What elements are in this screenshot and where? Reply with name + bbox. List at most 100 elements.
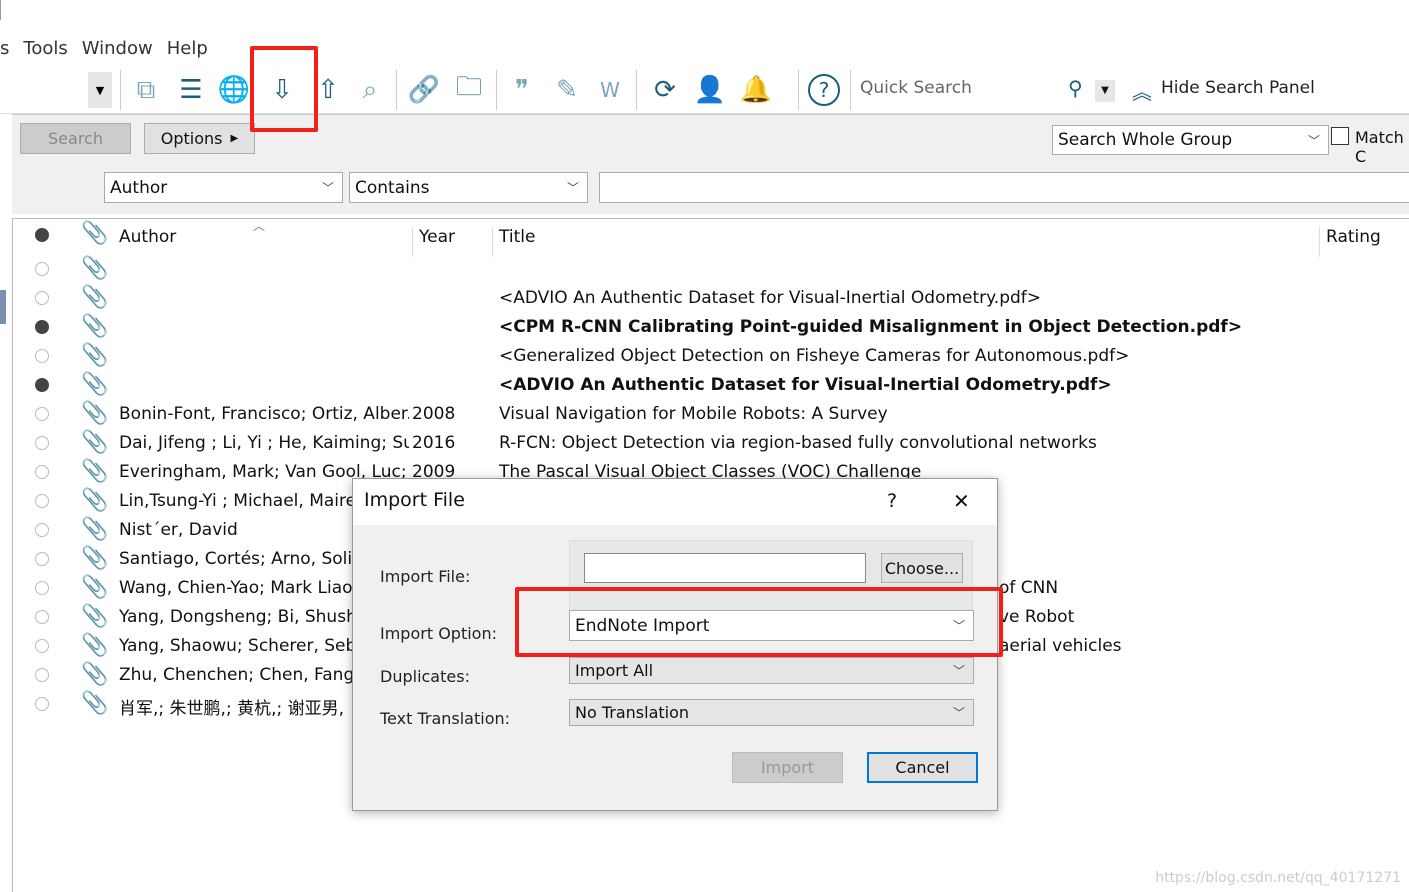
- highlight-import-option: [515, 587, 1003, 657]
- column-title[interactable]: Title: [492, 227, 535, 257]
- format-bibliography-icon[interactable]: ✎: [549, 72, 585, 108]
- title-bar-edge: [0, 0, 3, 20]
- duplicates-select[interactable]: Import All ﹀: [569, 657, 974, 684]
- open-link-icon[interactable]: 🔗: [406, 72, 442, 108]
- find-pdf-icon[interactable]: ⌕: [352, 72, 388, 108]
- author-cell: Nist´er, David: [119, 520, 238, 540]
- title-cell: <ADVIO An Authentic Dataset for Visual-I…: [499, 288, 1042, 308]
- hide-search-label: Hide Search Panel: [1161, 78, 1315, 98]
- import-file-input[interactable]: [584, 553, 866, 583]
- search-button[interactable]: Search: [20, 123, 131, 154]
- author-cell: 肖军,; 朱世鹏,; 黄杭,; 谢亚男,: [119, 699, 345, 719]
- table-row[interactable]: 📎: [13, 255, 1409, 284]
- text-translation-select[interactable]: No Translation ﹀: [569, 699, 974, 726]
- divider: [798, 70, 799, 110]
- paperclip-icon: 📎: [81, 662, 109, 687]
- menu-item[interactable]: s: [0, 32, 9, 66]
- paperclip-icon: 📎: [81, 546, 109, 571]
- chevron-down-icon: ﹀: [321, 181, 334, 195]
- share-icon[interactable]: 👤: [692, 72, 728, 108]
- table-row[interactable]: 📎 Bonin-Font, Francisco; Ortiz, Alber...…: [13, 400, 1409, 429]
- search-scope-select[interactable]: Search Whole Group ﹀: [1052, 125, 1329, 155]
- cite-icon[interactable]: ❞: [504, 72, 540, 108]
- search-field-select[interactable]: Author ﹀: [104, 172, 343, 203]
- search-icon[interactable]: ⚲: [1068, 76, 1083, 100]
- operator-value: Contains: [355, 177, 430, 198]
- close-button[interactable]: ✕: [953, 489, 970, 513]
- paperclip-icon: 📎: [81, 401, 109, 426]
- import-option-label: Import Option:: [380, 624, 497, 643]
- help-button[interactable]: ?: [887, 490, 897, 512]
- online-search-icon[interactable]: 🌐: [216, 72, 252, 108]
- sync-icon[interactable]: ⟳: [647, 72, 683, 108]
- menu-window[interactable]: Window: [82, 32, 153, 66]
- cancel-button[interactable]: Cancel: [867, 752, 978, 783]
- author-cell: Lin,Tsung-Yi ; Michael, Maire; S: [119, 491, 359, 511]
- read-status-icon[interactable]: [35, 291, 49, 305]
- read-status-icon[interactable]: [35, 262, 49, 276]
- column-year[interactable]: Year: [412, 227, 455, 257]
- year-cell: 2008: [412, 404, 456, 424]
- author-cell: Yang, Shaowu; Scherer, Sebas: [119, 636, 359, 656]
- table-row[interactable]: 📎 <Generalized Object Detection on Fishe…: [13, 342, 1409, 371]
- menu-tools[interactable]: Tools: [23, 32, 67, 66]
- title-cell: of CNN: [999, 578, 1059, 598]
- read-status-header[interactable]: [35, 228, 49, 242]
- open-file-icon[interactable]: 🗀: [451, 72, 487, 108]
- dialog-title: Import File: [364, 489, 465, 511]
- read-status-icon[interactable]: [35, 320, 49, 334]
- read-status-icon[interactable]: [35, 349, 49, 363]
- help-icon[interactable]: ?: [808, 74, 840, 106]
- match-case-checkbox[interactable]: [1331, 127, 1349, 145]
- read-status-icon[interactable]: [35, 465, 49, 479]
- notify-icon[interactable]: 🔔: [738, 72, 774, 108]
- search-operator-select[interactable]: Contains ﹀: [349, 172, 588, 203]
- read-status-icon[interactable]: [35, 378, 49, 392]
- read-status-icon[interactable]: [35, 639, 49, 653]
- title-cell: <Generalized Object Detection on Fisheye…: [499, 346, 1130, 366]
- title-cell: ve Robot: [999, 607, 1075, 627]
- choose-button[interactable]: Choose...: [881, 553, 963, 583]
- hide-search-panel-button[interactable]: Hide Search Panel: [1132, 78, 1315, 98]
- word-icon[interactable]: W: [592, 72, 628, 108]
- search-panel: Search Options ▶ Search Whole Group ﹀ Matc…: [12, 114, 1409, 214]
- chevron-down-icon: ﹀: [1307, 133, 1320, 148]
- paperclip-icon: 📎: [81, 372, 109, 397]
- table-row[interactable]: 📎 <ADVIO An Authentic Dataset for Visual…: [13, 371, 1409, 400]
- column-rating[interactable]: Rating: [1319, 227, 1381, 257]
- read-status-icon[interactable]: [35, 552, 49, 566]
- search-value-input[interactable]: [599, 172, 1409, 203]
- attachment-header-icon[interactable]: 📎: [81, 221, 108, 246]
- read-status-icon[interactable]: [35, 697, 49, 711]
- new-reference-icon[interactable]: ☰: [173, 72, 209, 108]
- scope-value: Search Whole Group: [1058, 130, 1233, 150]
- import-button[interactable]: Import: [732, 752, 843, 783]
- column-author[interactable]: Author: [119, 227, 176, 247]
- menu-bar: s Tools Window Help: [0, 32, 1409, 66]
- sidebar-edge: [0, 290, 6, 324]
- paperclip-icon: 📎: [81, 691, 109, 716]
- table-row[interactable]: 📎 <ADVIO An Authentic Dataset for Visual…: [13, 284, 1409, 313]
- dropdown-icon[interactable]: ▼: [88, 72, 112, 108]
- read-status-icon[interactable]: [35, 610, 49, 624]
- menu-help[interactable]: Help: [167, 32, 208, 66]
- quick-search-input[interactable]: Quick Search: [860, 78, 972, 98]
- read-status-icon[interactable]: [35, 407, 49, 421]
- chevron-down-icon: ﹀: [952, 664, 965, 678]
- new-group-icon[interactable]: ⧉: [128, 72, 164, 108]
- read-status-icon[interactable]: [35, 494, 49, 508]
- text-translation-label: Text Translation:: [380, 709, 511, 728]
- read-status-icon[interactable]: [35, 523, 49, 537]
- year-cell: 2016: [412, 433, 456, 453]
- paperclip-icon: 📎: [81, 633, 109, 658]
- search-dropdown-icon[interactable]: ▼: [1095, 80, 1115, 102]
- read-status-icon[interactable]: [35, 668, 49, 682]
- author-cell: Wang, Chien-Yao; Mark Liao, H: [119, 578, 359, 598]
- duplicates-value: Import All: [575, 661, 654, 680]
- options-button[interactable]: Options ▶: [144, 123, 255, 154]
- read-status-icon[interactable]: [35, 436, 49, 450]
- table-row[interactable]: 📎 <CPM R-CNN Calibrating Point-guided Mi…: [13, 313, 1409, 342]
- read-status-icon[interactable]: [35, 581, 49, 595]
- author-cell: Bonin-Font, Francisco; Ortiz, Alber...: [119, 404, 409, 424]
- table-row[interactable]: 📎 Dai, Jifeng ; Li, Yi ; He, Kaiming; Su…: [13, 429, 1409, 458]
